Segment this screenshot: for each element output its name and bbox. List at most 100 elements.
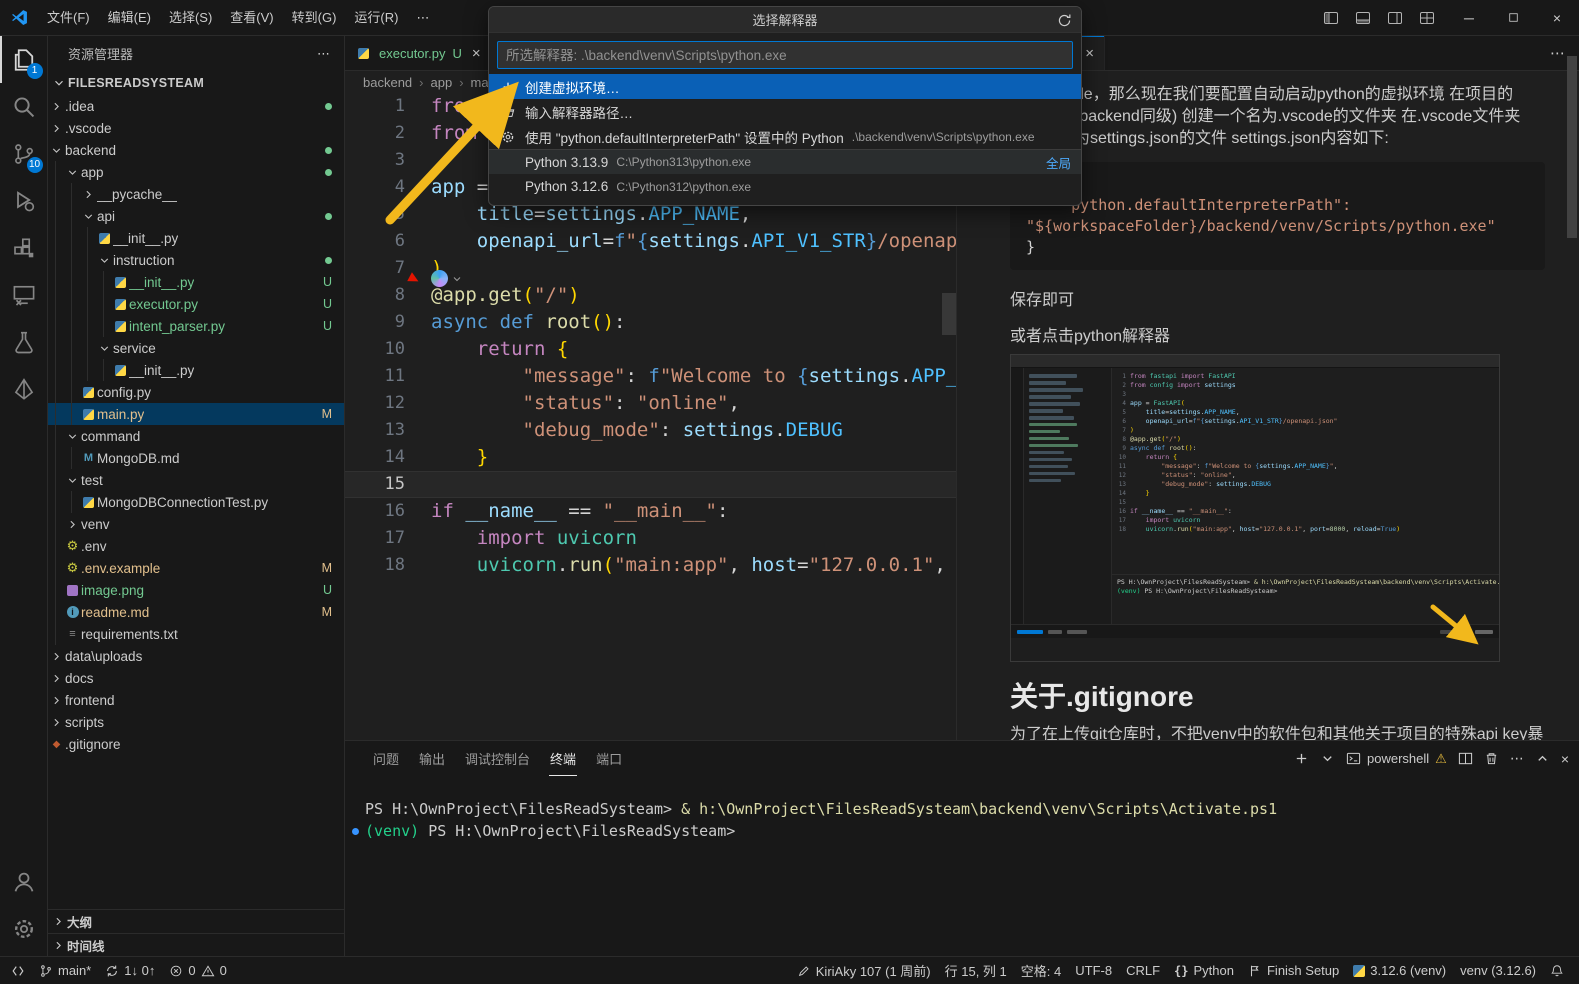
menu-item-编辑(E)[interactable]: 编辑(E) (99, 6, 160, 30)
close-button[interactable]: × (1535, 0, 1579, 35)
code-line[interactable]: 17 import uvicorn (345, 525, 956, 552)
refresh-interpreters-icon[interactable] (1056, 12, 1072, 28)
tree-item-venv[interactable]: venv (48, 513, 344, 535)
tree-item-main.py[interactable]: main.pyM (48, 403, 344, 425)
code-line[interactable]: 15 (345, 471, 956, 498)
menu-item-选择(S)[interactable]: 选择(S) (160, 6, 221, 30)
panel-tab-问题[interactable]: 问题 (363, 741, 409, 776)
panel-tab-调试控制台[interactable]: 调试控制台 (455, 741, 540, 776)
toggle-panel-icon[interactable] (1349, 5, 1377, 31)
tree-item-image.png[interactable]: image.pngU (48, 579, 344, 601)
panel-tab-终端[interactable]: 终端 (540, 741, 586, 776)
tree-item-requirements.txt[interactable]: ≡requirements.txt (48, 623, 344, 645)
chevron-down-icon[interactable] (48, 144, 65, 157)
status-branch[interactable]: main* (32, 957, 98, 984)
tree-item-intent_parser.py[interactable]: intent_parser.pyU (48, 315, 344, 337)
tree-item-__init__.py[interactable]: __init__.pyU (48, 271, 344, 293)
menu-item-⋯[interactable]: ⋯ (407, 6, 438, 30)
split-terminal-icon[interactable] (1458, 751, 1473, 766)
close-panel-icon[interactable]: × (1561, 751, 1569, 767)
menu-item-文件(F)[interactable]: 文件(F) (38, 6, 99, 30)
tree-item-MongoDBConnectionTest.py[interactable]: MongoDBConnectionTest.py (48, 491, 344, 513)
code-line[interactable]: 6 openapi_url=f"{settings.API_V1_STR}/op… (345, 228, 956, 255)
preview-scrollbar[interactable] (1567, 56, 1577, 238)
code-line[interactable]: 14 } (345, 444, 956, 471)
status-sync[interactable]: 1↓ 0↑ (98, 957, 162, 984)
tree-item-.env.example[interactable]: ⚙.env.exampleM (48, 557, 344, 579)
chevron-right-icon[interactable] (48, 122, 65, 135)
new-terminal-icon[interactable] (1294, 751, 1309, 766)
tree-item-backend[interactable]: backend (48, 139, 344, 161)
maximize-button[interactable] (1491, 0, 1535, 35)
testing-icon[interactable] (0, 318, 48, 365)
terminal-instance[interactable]: powershell ⚠ (1346, 751, 1447, 767)
customize-layout-icon[interactable] (1413, 5, 1441, 31)
chevron-down-icon[interactable] (64, 430, 81, 443)
tree-item-.env[interactable]: ⚙.env (48, 535, 344, 557)
chevron-right-icon[interactable] (48, 100, 65, 113)
custom-tool-icon[interactable] (0, 365, 48, 412)
status-indentation[interactable]: 空格: 4 (1014, 957, 1068, 984)
code-line[interactable]: 13 "debug_mode": settings.DEBUG (345, 417, 956, 444)
tree-item-.idea[interactable]: .idea (48, 95, 344, 117)
close-icon[interactable]: × (1085, 45, 1094, 62)
status-blame[interactable]: KiriAky 107 (1 周前) (790, 957, 938, 984)
terminal-profile-dropdown-icon[interactable] (1320, 751, 1335, 766)
chevron-down-icon[interactable] (64, 166, 81, 179)
quickpick-item-Python 3.13.9[interactable]: Python 3.13.9C:\Python313\python.exe全局 (489, 149, 1081, 174)
breadcrumb-item-backend[interactable]: backend (363, 75, 412, 90)
tree-item-MongoDB.md[interactable]: MMongoDB.md (48, 447, 344, 469)
outline-section[interactable]: 大纲 (48, 910, 344, 933)
search-icon[interactable] (0, 83, 48, 130)
status-eol[interactable]: CRLF (1119, 957, 1167, 984)
code-line[interactable]: 16if __name__ == "__main__": (345, 498, 956, 525)
tree-item-app[interactable]: app (48, 161, 344, 183)
tree-item-frontend[interactable]: frontend (48, 689, 344, 711)
extensions-icon[interactable] (0, 224, 48, 271)
quickpick-item-Python 3.12.6[interactable]: Python 3.12.6C:\Python312\python.exe (489, 174, 1081, 199)
account-icon[interactable] (0, 858, 48, 905)
chevron-down-icon[interactable] (96, 254, 113, 267)
tree-item-api[interactable]: api (48, 205, 344, 227)
chevron-down-icon[interactable] (80, 210, 97, 223)
minimize-button[interactable]: ─ (1447, 0, 1491, 35)
code-line[interactable]: 18 uvicorn.run("main:app", host="127.0.0… (345, 552, 956, 579)
tab-executor.py[interactable]: executor.pyU× (345, 36, 492, 70)
chevron-right-icon[interactable] (64, 518, 81, 531)
timeline-section[interactable]: 时间线 (48, 933, 344, 956)
maximize-panel-icon[interactable] (1535, 751, 1550, 766)
tree-item-data\uploads[interactable]: data\uploads (48, 645, 344, 667)
status-notifications[interactable] (1543, 957, 1571, 984)
chevron-right-icon[interactable] (48, 694, 65, 707)
tree-item-.gitignore[interactable]: ◆.gitignore (48, 733, 344, 755)
status-problems[interactable]: 00 (162, 957, 233, 984)
tree-item-__pycache__[interactable]: __pycache__ (48, 183, 344, 205)
editor-more-actions-icon[interactable]: ⋯ (1550, 44, 1565, 62)
status-remote[interactable] (4, 957, 32, 984)
chevron-right-icon[interactable] (48, 650, 65, 663)
tree-item-__init__.py[interactable]: __init__.py (48, 227, 344, 249)
workspace-section-header[interactable]: FILESREADSYSTEAM (48, 71, 344, 95)
editor-scrollbar[interactable] (942, 293, 956, 335)
tree-item-scripts[interactable]: scripts (48, 711, 344, 733)
tree-item-command[interactable]: command (48, 425, 344, 447)
run-debug-icon[interactable] (0, 177, 48, 224)
chevron-down-icon[interactable] (96, 342, 113, 355)
toggle-secondary-sidebar-icon[interactable] (1381, 5, 1409, 31)
tree-item-config.py[interactable]: config.py (48, 381, 344, 403)
remote-explorer-icon[interactable] (0, 271, 48, 318)
breadcrumb-item-app[interactable]: app (431, 75, 453, 90)
menu-item-运行(R)[interactable]: 运行(R) (345, 6, 407, 30)
chevron-right-icon[interactable] (48, 716, 65, 729)
tree-item-__init__.py[interactable]: __init__.py (48, 359, 344, 381)
chevron-down-icon[interactable] (64, 474, 81, 487)
source-control-icon[interactable]: 10 (0, 130, 48, 177)
tree-item-instruction[interactable]: instruction (48, 249, 344, 271)
tree-item-readme.md[interactable]: ireadme.mdM (48, 601, 344, 623)
status-encoding[interactable]: UTF-8 (1068, 957, 1119, 984)
code-line[interactable]: 9async def root(): (345, 309, 956, 336)
explorer-more-actions-icon[interactable]: ⋯ (317, 46, 330, 62)
code-line[interactable]: 10 return { (345, 336, 956, 363)
status-walkthrough[interactable]: Finish Setup (1241, 957, 1346, 984)
quickpick-item-使用 "python.defaultInterpreterPath" 设置中的 Python[interactable]: 使用 "python.defaultInterpreterPath" 设置中的 … (489, 124, 1081, 149)
